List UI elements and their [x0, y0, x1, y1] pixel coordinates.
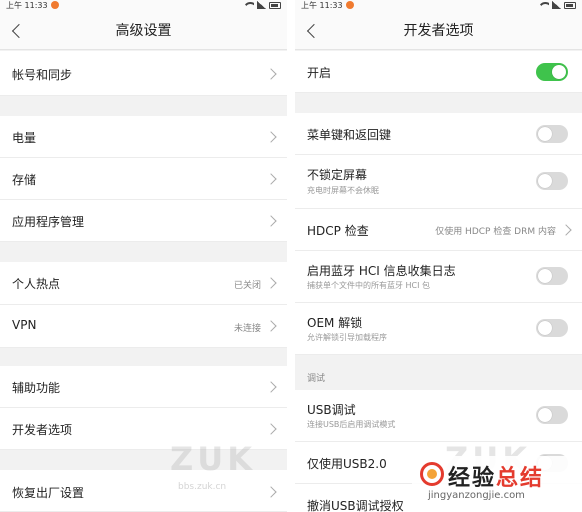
list-item-factory-reset[interactable]: 恢复出厂设置 [0, 470, 287, 512]
item-label: OEM 解锁 [307, 316, 363, 330]
item-label: 存储 [12, 173, 37, 187]
signal-icon [552, 1, 561, 9]
item-label: 启用蓝牙 HCI 信息收集日志 [307, 264, 456, 278]
status-time: 上午 11:33 [301, 1, 343, 10]
wifi-icon [540, 1, 549, 9]
section-header-debug: 调试 [295, 362, 582, 390]
item-label: 开发者选项 [12, 423, 73, 437]
item-label: 不锁定屏幕 [307, 168, 368, 182]
list-item-enable[interactable]: 开启 [295, 51, 582, 93]
notification-icon [345, 1, 354, 9]
item-label: 撤消USB调试授权 [307, 499, 404, 512]
page-title: 开发者选项 [403, 23, 474, 39]
list-item-accessibility[interactable]: 辅助功能 [0, 366, 287, 408]
developer-options-screen: 上午 11:33 开发者选项 开启 菜单键和返回键 不锁定屏幕 充电时屏幕不会休… [295, 0, 582, 512]
item-sublabel: 捕获单个文件中的所有蓝牙 HCI 包 [307, 281, 431, 290]
chevron-right-icon [265, 381, 277, 393]
list-item-bluetooth-hci-log[interactable]: 启用蓝牙 HCI 信息收集日志 捕获单个文件中的所有蓝牙 HCI 包 [295, 251, 582, 303]
oem-unlock-toggle[interactable] [536, 319, 568, 337]
chevron-right-icon [560, 224, 572, 236]
section-label: 调试 [307, 374, 326, 384]
page-title: 高级设置 [115, 23, 172, 39]
status-bar: 上午 11:33 [295, 0, 582, 12]
item-value: 已关闭 [233, 281, 261, 291]
chevron-right-icon [265, 173, 277, 185]
list-item-account-sync[interactable]: 帐号和同步 [0, 51, 287, 96]
enable-toggle[interactable] [536, 63, 568, 81]
usb-debugging-toggle[interactable] [536, 406, 568, 424]
status-time: 上午 11:33 [6, 1, 48, 10]
item-label: 帐号和同步 [12, 68, 73, 82]
item-label: 开启 [307, 66, 332, 80]
list-item-hotspot[interactable]: 个人热点 已关闭 [0, 262, 287, 305]
list-item-usb-debugging[interactable]: USB调试 连接USB后启用调试模式 [295, 390, 582, 442]
item-label: 仅使用USB2.0 [307, 457, 387, 471]
brand-url: jingyanzongjie.com [428, 490, 525, 501]
item-sublabel: 连接USB后启用调试模式 [307, 420, 396, 429]
bluetooth-hci-log-toggle[interactable] [536, 267, 568, 285]
signal-icon [257, 1, 266, 9]
list-item-menu-back-keys[interactable]: 菜单键和返回键 [295, 113, 582, 155]
list-item-stay-awake[interactable]: 不锁定屏幕 充电时屏幕不会休眠 [295, 155, 582, 209]
item-label: HDCP 检查 [307, 224, 369, 238]
chevron-right-icon [265, 423, 277, 435]
item-label: 个人热点 [12, 277, 61, 291]
chevron-right-icon [265, 486, 277, 498]
list-item-oem-unlock[interactable]: OEM 解锁 允许解锁引导加载程序 [295, 303, 582, 355]
menu-back-keys-toggle[interactable] [536, 125, 568, 143]
chevron-right-icon [265, 68, 277, 80]
notification-icon [50, 1, 59, 9]
item-value: 仅使用 HDCP 检查 DRM 内容 [435, 227, 556, 237]
chevron-right-icon [265, 131, 277, 143]
brand-logo-icon [420, 462, 444, 486]
item-label: USB调试 [307, 403, 356, 417]
chevron-right-icon [265, 320, 277, 332]
battery-icon [564, 1, 576, 9]
item-sublabel: 充电时屏幕不会休眠 [307, 186, 379, 195]
title-bar: 高级设置 [0, 12, 287, 50]
status-bar: 上午 11:33 [0, 0, 287, 12]
item-sublabel: 允许解锁引导加载程序 [307, 333, 387, 342]
list-item-storage[interactable]: 存储 [0, 158, 287, 200]
list-item-developer-options[interactable]: 开发者选项 [0, 408, 287, 450]
brand-name: 经验总结 [448, 466, 545, 491]
stay-awake-toggle[interactable] [536, 172, 568, 190]
list-item-vpn[interactable]: VPN 未连接 [0, 305, 287, 348]
item-label: 辅助功能 [12, 381, 61, 395]
item-label: 恢复出厂设置 [12, 486, 85, 500]
chevron-right-icon [265, 277, 277, 289]
advanced-settings-screen: 上午 11:33 高级设置 帐号和同步 电量 存储 应用程序管理 个人热点 已关… [0, 0, 287, 512]
list-item-hdcp-check[interactable]: HDCP 检查 仅使用 HDCP 检查 DRM 内容 [295, 209, 582, 251]
brand-watermark: 经验总结 jingyanzongjie.com [412, 456, 582, 512]
item-label: 电量 [12, 131, 37, 145]
wifi-icon [245, 1, 254, 9]
item-label: 应用程序管理 [12, 215, 85, 229]
item-label: 菜单键和返回键 [307, 128, 392, 142]
item-value: 未连接 [233, 324, 261, 334]
battery-icon [269, 1, 281, 9]
list-item-battery[interactable]: 电量 [0, 116, 287, 158]
chevron-right-icon [265, 215, 277, 227]
list-item-app-management[interactable]: 应用程序管理 [0, 200, 287, 242]
title-bar: 开发者选项 [295, 12, 582, 50]
item-label: VPN [12, 318, 37, 332]
